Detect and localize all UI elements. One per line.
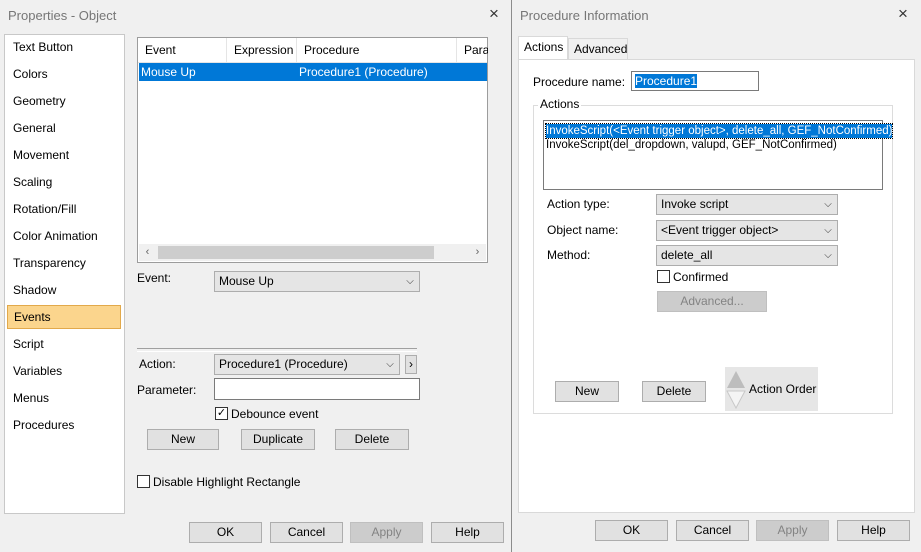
nav-item-general[interactable]: General — [7, 116, 121, 140]
nav-item-text-button[interactable]: Text Button — [7, 35, 121, 59]
properties-footer: OK Cancel Apply Help — [125, 514, 511, 552]
column-header-expression[interactable]: Expression — [227, 38, 297, 62]
ok-button[interactable]: OK — [595, 520, 668, 541]
object-name-dropdown[interactable]: <Event trigger object> ⌵ — [656, 220, 838, 241]
procedure-name-value: Procedure1 — [635, 74, 698, 88]
nav-item-procedures[interactable]: Procedures — [7, 413, 121, 437]
action-label: Action: — [139, 357, 176, 371]
actions-group-label: Actions — [538, 97, 582, 111]
scroll-thumb[interactable] — [158, 246, 434, 259]
check-icon: ✓ — [216, 407, 227, 419]
object-name-value: <Event trigger object> — [661, 223, 779, 237]
advanced-button[interactable]: Advanced... — [657, 291, 767, 312]
ok-button[interactable]: OK — [189, 522, 262, 543]
procedure-name-input[interactable]: Procedure1 — [631, 71, 759, 91]
event-label: Event: — [137, 271, 172, 285]
new-action-button[interactable]: New — [555, 381, 619, 402]
apply-button[interactable]: Apply — [756, 520, 829, 541]
column-header-parameter[interactable]: Parai — [457, 38, 488, 62]
debounce-checkbox[interactable]: ✓ — [215, 407, 228, 420]
cancel-button[interactable]: Cancel — [676, 520, 749, 541]
object-name-label: Object name: — [547, 223, 619, 237]
method-value: delete_all — [661, 248, 713, 262]
action-dropdown[interactable]: Procedure1 (Procedure) ⌵ — [214, 354, 400, 375]
help-button[interactable]: Help — [837, 520, 910, 541]
events-list-hscrollbar[interactable]: ‹ › — [139, 244, 486, 261]
cancel-button[interactable]: Cancel — [270, 522, 343, 543]
new-event-button[interactable]: New — [147, 429, 219, 450]
disable-highlight-checkbox[interactable] — [137, 475, 150, 488]
chevron-down-icon: ⌵ — [824, 199, 832, 210]
expand-right-icon: › — [409, 357, 413, 371]
row-event-cell: Mouse Up — [141, 65, 196, 79]
actions-tab-page: Procedure name: Procedure1 Actions Invok… — [518, 59, 915, 513]
tab-advanced[interactable]: Advanced — [568, 38, 628, 59]
properties-title: Properties - Object — [8, 8, 117, 23]
nav-item-rotation-fill[interactable]: Rotation/Fill — [7, 197, 121, 221]
procedure-title-bar: Procedure Information × — [512, 0, 921, 30]
help-button[interactable]: Help — [431, 522, 504, 543]
chevron-down-icon: ⌵ — [406, 276, 414, 287]
delete-action-button[interactable]: Delete — [642, 381, 706, 402]
action-order-label: Action Order — [749, 382, 817, 396]
nav-item-movement[interactable]: Movement — [7, 143, 121, 167]
events-list[interactable]: Event Expression Procedure Parai Mouse U… — [137, 37, 488, 263]
events-list-header: Event Expression Procedure Parai — [138, 38, 488, 63]
parameter-label: Parameter: — [137, 383, 197, 397]
action-type-value: Invoke script — [661, 197, 729, 211]
list-item[interactable]: InvokeScript(del_dropdown, valupd, GEF_N… — [546, 138, 837, 152]
confirmed-checkbox[interactable] — [657, 270, 670, 283]
action-type-dropdown[interactable]: Invoke script ⌵ — [656, 194, 838, 215]
duplicate-event-button[interactable]: Duplicate — [241, 429, 315, 450]
debounce-label: Debounce event — [231, 407, 319, 421]
delete-event-button[interactable]: Delete — [335, 429, 409, 450]
action-type-label: Action type: — [547, 197, 610, 211]
tab-actions[interactable]: Actions — [518, 36, 568, 59]
nav-item-shadow[interactable]: Shadow — [7, 278, 121, 302]
method-dropdown[interactable]: delete_all ⌵ — [656, 245, 838, 266]
event-dropdown-value: Mouse Up — [219, 274, 274, 288]
action-order-control[interactable]: Action Order — [725, 367, 818, 411]
nav-item-script[interactable]: Script — [7, 332, 121, 356]
properties-dialog: Properties - Object × Text Button Colors… — [0, 0, 511, 552]
nav-item-transparency[interactable]: Transparency — [7, 251, 121, 275]
action-expand-button[interactable]: › — [405, 355, 417, 374]
procedure-information-dialog: Procedure Information × Actions Advanced… — [511, 0, 921, 552]
nav-item-variables[interactable]: Variables — [7, 359, 121, 383]
method-label: Method: — [547, 248, 591, 262]
property-category-list: Text Button Colors Geometry General Move… — [4, 34, 125, 514]
scroll-left-icon[interactable]: ‹ — [139, 244, 156, 261]
order-arrows-icon — [726, 371, 746, 409]
table-row[interactable]: Mouse Up Procedure1 (Procedure) — [139, 63, 487, 81]
chevron-down-icon: ⌵ — [824, 250, 832, 261]
separator — [137, 348, 417, 352]
nav-item-events[interactable]: Events — [7, 305, 121, 329]
nav-item-color-animation[interactable]: Color Animation — [7, 224, 121, 248]
action-dropdown-value: Procedure1 (Procedure) — [219, 357, 348, 371]
chevron-down-icon: ⌵ — [824, 225, 832, 236]
procedure-name-label: Procedure name: — [533, 75, 626, 89]
nav-item-colors[interactable]: Colors — [7, 62, 121, 86]
column-header-procedure[interactable]: Procedure — [297, 38, 457, 62]
row-procedure-cell: Procedure1 (Procedure) — [299, 65, 428, 79]
nav-item-scaling[interactable]: Scaling — [7, 170, 121, 194]
chevron-down-icon: ⌵ — [386, 359, 394, 370]
actions-group: Actions InvokeScript(<Event trigger obje… — [533, 97, 894, 414]
apply-button[interactable]: Apply — [350, 522, 423, 543]
event-dropdown[interactable]: Mouse Up ⌵ — [214, 271, 420, 292]
properties-close-icon[interactable]: × — [484, 4, 504, 24]
procedure-title: Procedure Information — [520, 8, 649, 23]
nav-item-menus[interactable]: Menus — [7, 386, 121, 410]
nav-item-geometry[interactable]: Geometry — [7, 89, 121, 113]
properties-title-bar: Properties - Object × — [0, 0, 511, 30]
parameter-input[interactable] — [214, 378, 420, 400]
list-item[interactable]: InvokeScript(<Event trigger object>, del… — [544, 123, 894, 139]
disable-highlight-label: Disable Highlight Rectangle — [153, 475, 301, 489]
events-page: Event Expression Procedure Parai Mouse U… — [125, 34, 511, 514]
procedure-close-icon[interactable]: × — [893, 4, 913, 24]
actions-listbox[interactable]: InvokeScript(<Event trigger object>, del… — [543, 120, 894, 190]
column-header-event[interactable]: Event — [138, 38, 227, 62]
confirmed-label: Confirmed — [673, 270, 729, 284]
scroll-right-icon[interactable]: › — [469, 244, 486, 261]
